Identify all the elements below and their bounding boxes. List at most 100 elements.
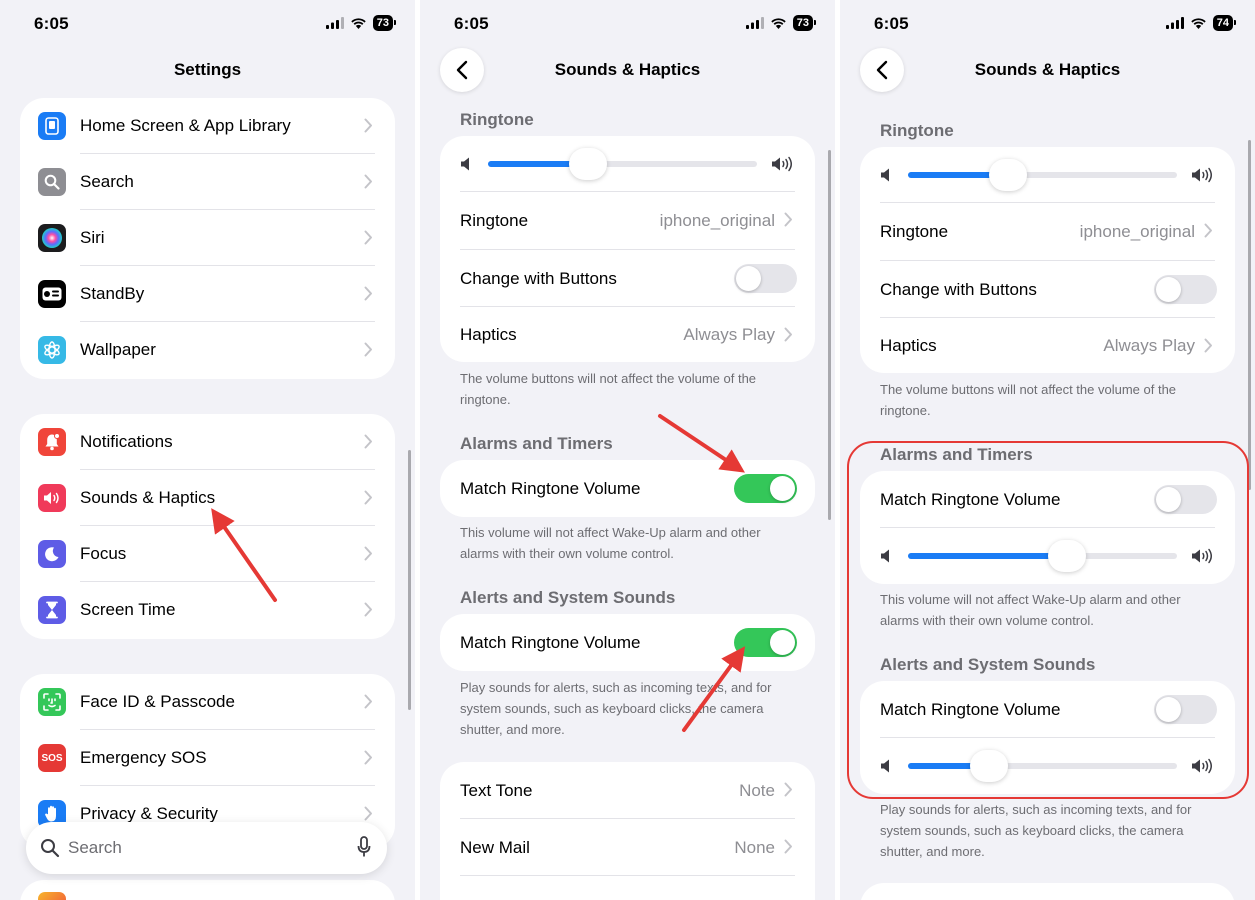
ringtone-label: Ringtone <box>880 222 949 241</box>
change-with-buttons-row: Change with Buttons <box>860 261 1235 318</box>
microphone-icon[interactable] <box>357 836 371 858</box>
settings-row-label: Home Screen & App Library <box>80 116 291 135</box>
settings-row-label: Emergency SOS <box>80 748 207 767</box>
ringtone-label: Ringtone <box>460 211 529 230</box>
settings-row-search[interactable]: Search <box>20 154 395 210</box>
alarms-group: Match Ringtone Volume <box>440 460 815 517</box>
settings-row-standby[interactable]: StandBy <box>20 266 395 322</box>
speaker-low-icon <box>881 168 889 182</box>
settings-row-notifications[interactable]: Notifications <box>20 414 395 470</box>
alerts-footer: Play sounds for alerts, such as incoming… <box>880 802 1192 859</box>
chevron-right-icon <box>1204 223 1212 238</box>
settings-group-next <box>20 880 395 900</box>
ringtone-volume-slider[interactable] <box>908 159 1177 191</box>
search-bar[interactable]: Search <box>26 822 387 874</box>
status-bar: 6:05 74 <box>840 0 1255 50</box>
new-mail-value: None <box>734 837 775 857</box>
ringtone-row[interactable]: Ringtone iphone_original <box>860 203 1235 261</box>
settings-row-label: Privacy & Security <box>80 804 218 823</box>
status-time: 6:05 <box>874 14 909 33</box>
settings-row-sounds-haptics[interactable]: Sounds & Haptics <box>20 470 395 526</box>
alerts-match-row: Match Ringtone Volume <box>440 614 815 671</box>
scroll-indicator[interactable] <box>828 150 831 520</box>
settings-row-siri[interactable]: Siri <box>20 210 395 266</box>
slider-thumb[interactable] <box>568 148 607 180</box>
wifi-icon <box>1191 18 1206 29</box>
chevron-right-icon <box>784 327 792 342</box>
search-icon <box>38 168 66 196</box>
ringtone-volume-row <box>440 136 815 192</box>
ringtone-volume-slider[interactable] <box>488 148 757 180</box>
wifi-icon <box>771 18 786 29</box>
alarms-footer: This volume will not affect Wake-Up alar… <box>460 525 761 561</box>
settings-row-focus[interactable]: Focus <box>20 526 395 582</box>
alerts-group: Match Ringtone Volume <box>440 614 815 671</box>
settings-row-label: Wallpaper <box>80 340 156 359</box>
change-with-buttons-toggle[interactable] <box>734 264 797 293</box>
cellular-signal-icon <box>1165 17 1184 29</box>
chevron-right-icon <box>364 602 372 617</box>
chevron-right-icon <box>364 490 372 505</box>
standby-icon <box>38 280 66 308</box>
chevron-right-icon <box>364 546 372 561</box>
bell-icon <box>38 428 66 456</box>
haptics-row[interactable]: Haptics Always Play <box>860 318 1235 373</box>
chevron-right-icon <box>364 230 372 245</box>
status-time: 6:05 <box>454 14 489 33</box>
battery-indicator: 73 <box>372 15 397 31</box>
cellular-signal-icon <box>325 17 344 29</box>
settings-screen: 6:05 73 Settings Home Screen & App Libra… <box>0 0 415 900</box>
alarms-match-toggle[interactable] <box>734 474 797 503</box>
settings-row-label: Search <box>80 172 134 191</box>
scroll-indicator[interactable] <box>408 450 411 710</box>
sos-icon: SOS <box>38 744 66 772</box>
battery-indicator: 73 <box>792 15 817 31</box>
section-header-alerts: Alerts and System Sounds <box>460 588 676 607</box>
chevron-right-icon <box>364 806 372 821</box>
settings-row-wallpaper[interactable]: Wallpaper <box>20 322 395 378</box>
haptics-label: Haptics <box>880 335 937 355</box>
ringtone-footer: The volume buttons will not affect the v… <box>880 382 1177 418</box>
chevron-right-icon <box>364 694 372 709</box>
haptics-label: Haptics <box>460 324 517 344</box>
slider-thumb[interactable] <box>988 159 1027 191</box>
speaker-low-icon <box>461 157 469 171</box>
section-header-alarms: Alarms and Timers <box>460 434 613 453</box>
settings-row-home-screen[interactable]: Home Screen & App Library <box>20 98 395 154</box>
chevron-right-icon <box>784 212 792 227</box>
text-tone-label: Text Tone <box>460 780 533 800</box>
settings-group-display: Home Screen & App Library Search Siri St… <box>20 98 395 379</box>
page-title: Settings <box>173 60 242 79</box>
haptics-row[interactable]: Haptics Always Play <box>440 307 815 362</box>
chevron-right-icon <box>364 118 372 133</box>
ringtone-row[interactable]: Ringtone iphone_original <box>440 192 815 250</box>
sounds-haptics-screen-off: 6:05 74 Sounds & Haptics Ringtone Ringto… <box>840 0 1255 900</box>
settings-row-emergency-sos[interactable]: SOS Emergency SOS <box>20 730 395 786</box>
alarms-match-label: Match Ringtone Volume <box>460 478 641 498</box>
change-with-buttons-toggle[interactable] <box>1154 275 1217 304</box>
ringtone-value: iphone_original <box>1079 222 1195 241</box>
chevron-right-icon <box>364 342 372 357</box>
settings-row-label: Focus <box>80 544 127 563</box>
search-icon <box>41 839 60 858</box>
alerts-match-toggle[interactable] <box>734 628 797 657</box>
new-mail-row[interactable]: New Mail None <box>440 819 815 876</box>
alerts-footer: Play sounds for alerts, such as incoming… <box>460 680 772 737</box>
speaker-icon <box>38 484 66 512</box>
scroll-indicator[interactable] <box>1248 140 1251 490</box>
battery-indicator: 74 <box>1212 15 1237 31</box>
settings-row-screen-time[interactable]: Screen Time <box>20 582 395 638</box>
settings-row-face-id[interactable]: Face ID & Passcode <box>20 674 395 730</box>
search-input[interactable]: Search <box>68 838 122 858</box>
ringtone-value: iphone_original <box>659 211 775 230</box>
text-tone-row[interactable]: Text Tone Note <box>440 762 815 819</box>
change-with-buttons-label: Change with Buttons <box>460 268 617 288</box>
faceid-icon <box>38 688 66 716</box>
ringtone-volume-row <box>860 147 1235 203</box>
chevron-right-icon <box>364 750 372 765</box>
haptics-value: Always Play <box>1103 335 1195 355</box>
siri-icon <box>38 224 66 252</box>
annotation-highlight-box <box>847 441 1249 799</box>
settings-row-label: Siri <box>80 228 105 247</box>
change-with-buttons-row: Change with Buttons <box>440 250 815 307</box>
